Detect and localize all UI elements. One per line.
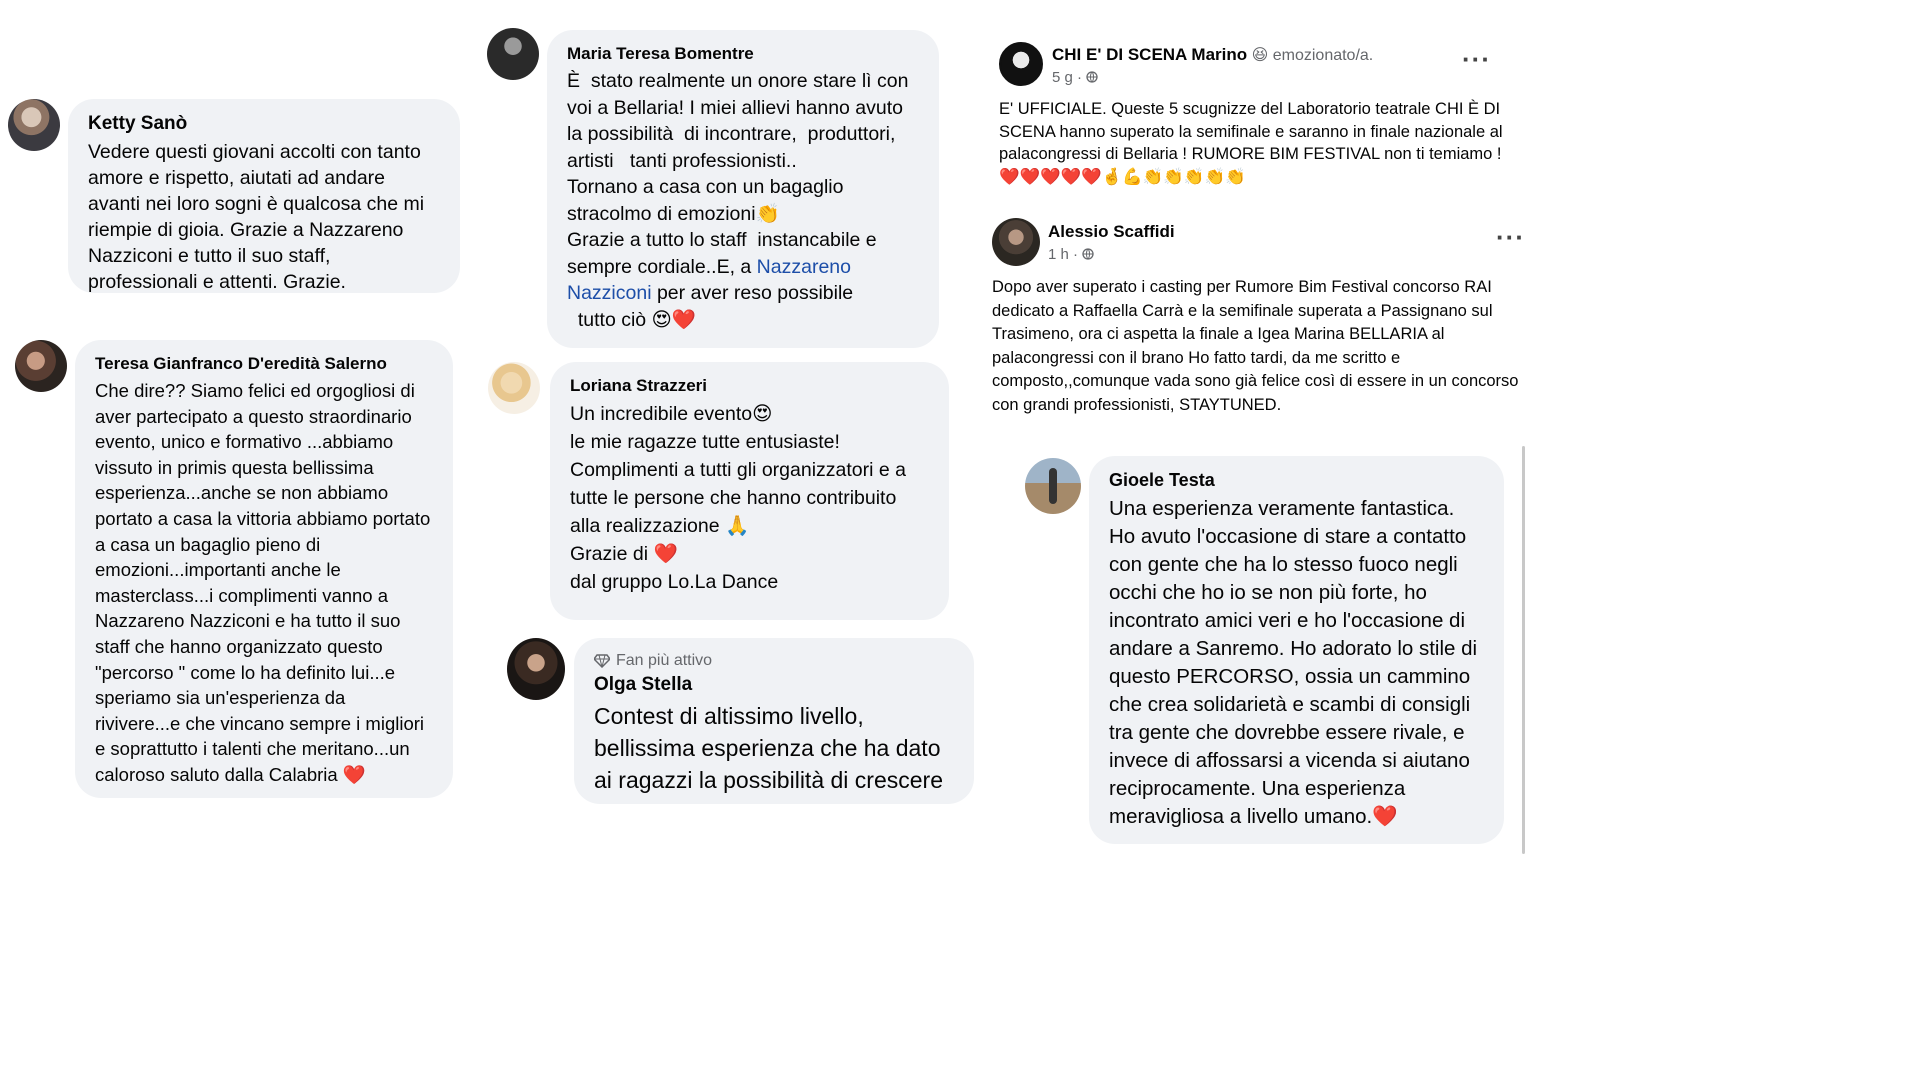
page-avatar-alessio[interactable]	[992, 218, 1040, 266]
scrollbar[interactable]	[1522, 446, 1525, 854]
comment-gioele: Gioele Testa Una esperienza veramente fa…	[1089, 456, 1504, 844]
post-time[interactable]: 1 h ·	[1048, 246, 1175, 263]
post-author[interactable]: CHI E' DI SCENA Marino	[1052, 45, 1247, 64]
comment-author[interactable]: Gioele Testa	[1109, 470, 1484, 491]
post-header-chi: CHI E' DI SCENA Marino 😆 emozionato/a. 5…	[1052, 45, 1373, 86]
comment-text: Una esperienza veramente fantastica. Ho …	[1109, 497, 1483, 828]
page-avatar-chi[interactable]	[999, 42, 1043, 86]
post-status: 😆 emozionato/a.	[1251, 47, 1374, 64]
globe-icon	[1082, 248, 1094, 260]
comment-author[interactable]: Olga Stella	[594, 674, 954, 696]
comment-text: Un incredibile evento😍 le mie ragazze tu…	[570, 403, 906, 593]
comment-text: Vedere questi giovani accolti con tanto …	[88, 141, 430, 293]
avatar-ketty[interactable]	[8, 99, 60, 151]
more-options-icon[interactable]: ···	[1496, 222, 1525, 253]
comment-author[interactable]: Ketty Sanò	[88, 113, 440, 135]
comment-olga: Fan più attivo Olga Stella Contest di al…	[574, 638, 974, 804]
post-text-alessio: Dopo aver superato i casting per Rumore …	[992, 278, 1519, 414]
globe-icon	[1086, 71, 1098, 83]
avatar-loriana[interactable]	[488, 362, 540, 414]
diamond-icon	[594, 654, 610, 668]
post-author[interactable]: Alessio Scaffidi	[1048, 222, 1175, 241]
comment-maria: Maria Teresa Bomentre È stato realmente …	[547, 30, 939, 348]
comment-loriana: Loriana Strazzeri Un incredibile evento😍…	[550, 362, 949, 620]
comment-author[interactable]: Maria Teresa Bomentre	[567, 44, 919, 64]
comment-author[interactable]: Loriana Strazzeri	[570, 376, 929, 396]
post-time[interactable]: 5 g ·	[1052, 69, 1373, 86]
comment-ketty: Ketty Sanò Vedere questi giovani accolti…	[68, 99, 460, 293]
comment-text: Contest di altissimo livello, bellissima…	[594, 703, 947, 793]
comment-text: È stato realmente un onore stare lì con …	[567, 70, 909, 331]
comment-text: Che dire?? Siamo felici ed orgogliosi di…	[95, 380, 436, 785]
comment-author[interactable]: Teresa Gianfranco D'eredità Salerno	[95, 354, 433, 374]
comment-teresa: Teresa Gianfranco D'eredità Salerno Che …	[75, 340, 453, 798]
post-text-chi: E' UFFICIALE. Queste 5 scugnizze del Lab…	[999, 100, 1503, 186]
avatar-teresa[interactable]	[15, 340, 67, 392]
avatar-maria[interactable]	[487, 28, 539, 80]
more-options-icon[interactable]: ···	[1462, 44, 1491, 75]
post-header-alessio: Alessio Scaffidi 1 h ·	[1048, 222, 1175, 263]
avatar-olga[interactable]	[507, 638, 565, 700]
avatar-gioele[interactable]	[1025, 458, 1081, 514]
fan-badge: Fan più attivo	[594, 652, 954, 670]
